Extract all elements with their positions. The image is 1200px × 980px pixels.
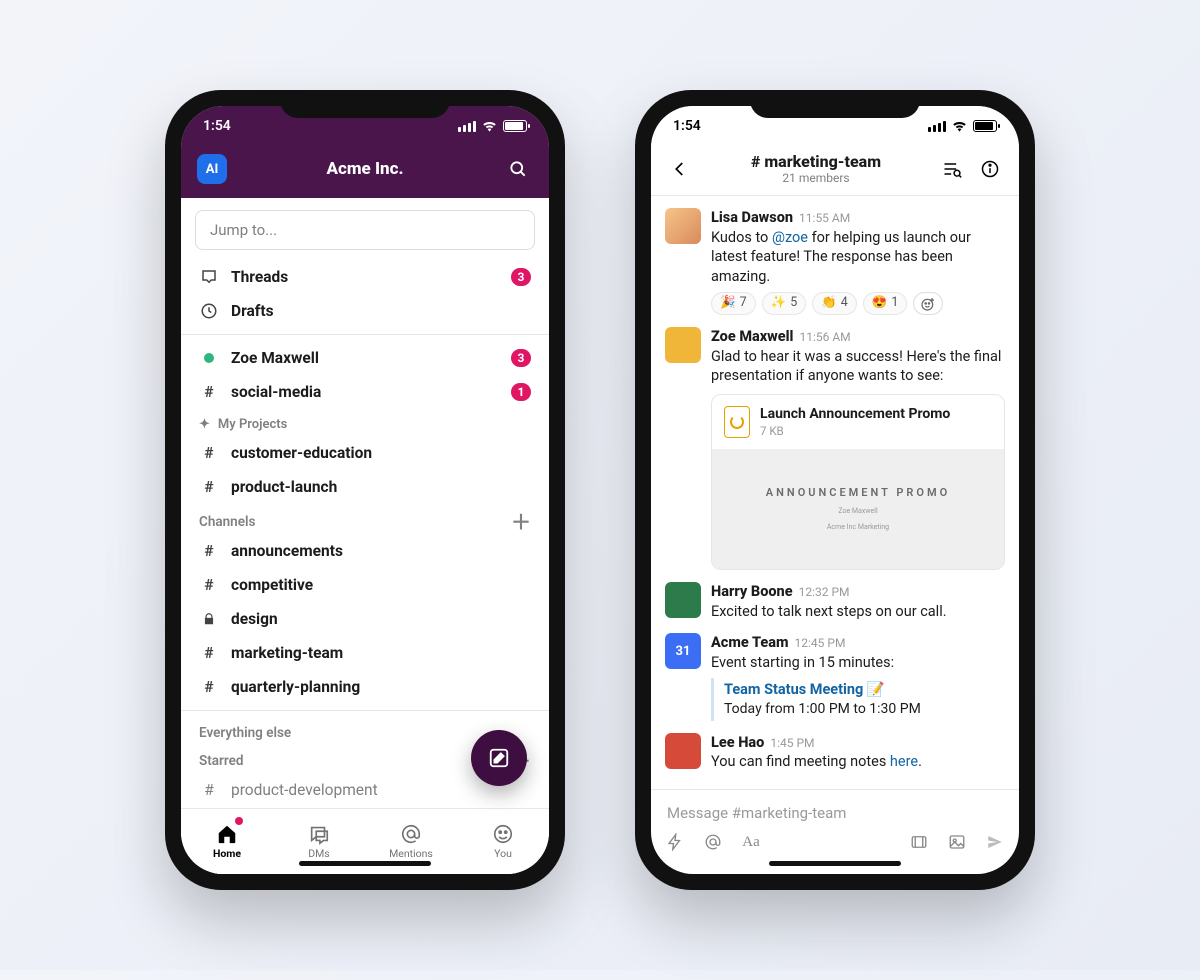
jump-to-input[interactable]: Jump to... [195, 210, 535, 250]
message-text: Kudos to @zoe for helping us launch our … [711, 228, 1005, 287]
signal-icon [458, 121, 476, 132]
threads-row[interactable]: Threads 3 [181, 260, 549, 294]
reactions: 🎉7 ✨5 👏4 😍1 [711, 292, 1005, 315]
hash-icon: # [199, 678, 219, 696]
message-harry[interactable]: Harry Boone 12:32 PM Excited to talk nex… [651, 576, 1019, 627]
calendar-icon: 31 [665, 633, 701, 669]
avatar [665, 208, 701, 244]
dm-zoe[interactable]: Zoe Maxwell 3 [181, 341, 549, 375]
message-zoe[interactable]: Zoe Maxwell 11:56 AM Glad to hear it was… [651, 321, 1019, 576]
presence-icon [199, 353, 219, 363]
channel-design[interactable]: design [181, 602, 549, 636]
lock-icon [199, 612, 219, 626]
channel-customer-education[interactable]: # customer-education [181, 436, 549, 470]
message-acme-team[interactable]: 31 Acme Team 12:45 PM Event starting in … [651, 627, 1019, 727]
section-my-projects[interactable]: ✦ My Projects [181, 409, 549, 436]
hash-icon: # [199, 542, 219, 560]
message-text: Glad to hear it was a success! Here's th… [711, 347, 1005, 386]
mention-zoe[interactable]: @zoe [772, 229, 808, 246]
compose-fab[interactable] [471, 730, 527, 786]
battery-icon [503, 120, 527, 132]
message-lisa[interactable]: Lisa Dawson 11:55 AM Kudos to @zoe for h… [651, 202, 1019, 321]
back-icon[interactable] [665, 154, 695, 184]
hash-icon: # [199, 644, 219, 662]
battery-icon [973, 120, 997, 132]
file-icon [724, 406, 750, 438]
home-indicator [769, 861, 901, 866]
folder-icon: ✦ [199, 417, 210, 432]
file-attachment[interactable]: Launch Announcement Promo 7 KB ANNOUNCEM… [711, 394, 1005, 570]
event-link[interactable]: Team Status Meeting [724, 681, 863, 698]
channel-social-media[interactable]: # social-media 1 [181, 375, 549, 409]
wifi-icon [952, 120, 967, 132]
drafts-icon [199, 302, 219, 320]
channel-announcements[interactable]: # announcements [181, 534, 549, 568]
signal-icon [928, 121, 946, 132]
channel-watercooler[interactable]: # watercooler [181, 807, 549, 808]
hash-icon: # [199, 478, 219, 496]
drafts-row[interactable]: Drafts [181, 294, 549, 328]
attachment-icon[interactable] [909, 832, 929, 852]
status-time: 1:54 [673, 118, 701, 134]
threads-icon [199, 268, 219, 286]
you-icon [492, 823, 514, 845]
message-list[interactable]: Lisa Dawson 11:55 AM Kudos to @zoe for h… [651, 196, 1019, 789]
workspace-title[interactable]: Acme Inc. [327, 159, 404, 179]
lightning-icon[interactable] [665, 832, 685, 852]
search-channel-icon[interactable] [937, 154, 967, 184]
section-channels[interactable]: Channels ＋ [181, 504, 549, 534]
avatar [665, 733, 701, 769]
message-text: Event starting in 15 minutes: [711, 653, 1005, 673]
reaction-tada[interactable]: 🎉7 [711, 292, 756, 315]
reaction-add-icon[interactable] [913, 292, 943, 315]
channel-quarterly-planning[interactable]: # quarterly-planning [181, 670, 549, 704]
composer-input[interactable]: Message #marketing-team [665, 798, 1005, 832]
hash-icon: # [199, 576, 219, 594]
channel-header: # marketing-team 21 members [651, 146, 1019, 196]
device-notch [280, 90, 450, 118]
channel-competitive[interactable]: # competitive [181, 568, 549, 602]
message-text: Excited to talk next steps on our call. [711, 602, 1005, 622]
reaction-clap[interactable]: 👏4 [812, 292, 857, 315]
channel-product-launch[interactable]: # product-launch [181, 470, 549, 504]
wifi-icon [482, 120, 497, 132]
notes-link[interactable]: here [890, 753, 918, 770]
notification-dot [235, 817, 243, 825]
tab-you[interactable]: You [457, 809, 549, 874]
search-icon[interactable] [503, 154, 533, 184]
reaction-sparkles[interactable]: ✨5 [762, 292, 807, 315]
device-notch [750, 90, 920, 118]
send-icon[interactable] [985, 832, 1005, 852]
mentions-icon [400, 823, 422, 845]
mention-icon[interactable] [703, 832, 723, 852]
reaction-hearteyes[interactable]: 😍1 [863, 292, 908, 315]
dms-icon [308, 823, 330, 845]
home-indicator [299, 861, 431, 866]
status-time: 1:54 [203, 118, 231, 134]
workspace-avatar[interactable]: AI [197, 154, 227, 184]
home-icon [216, 823, 238, 845]
info-icon[interactable] [975, 154, 1005, 184]
channel-title[interactable]: # marketing-team 21 members [703, 152, 929, 185]
avatar [665, 582, 701, 618]
phone-home: 1:54 AI Acme Inc. Jump to... [165, 90, 565, 890]
tab-home[interactable]: Home [181, 809, 273, 874]
format-icon[interactable]: Aa [741, 832, 761, 852]
hash-icon: # [199, 444, 219, 462]
file-preview: ANNOUNCEMENT PROMO Zoe Maxwell Acme Inc … [712, 449, 1004, 569]
avatar [665, 327, 701, 363]
threads-badge: 3 [511, 268, 531, 286]
image-icon[interactable] [947, 832, 967, 852]
message-text: You can find meeting notes here. [711, 752, 1005, 772]
hash-icon: # [199, 383, 219, 401]
message-lee[interactable]: Lee Hao 1:45 PM You can find meeting not… [651, 727, 1019, 778]
channel-marketing-team[interactable]: # marketing-team [181, 636, 549, 670]
add-channel-icon[interactable]: ＋ [511, 512, 531, 532]
phone-channel: 1:54 # marketing-team 21 members [635, 90, 1035, 890]
event-attachment[interactable]: Team Status Meeting 📝 Today from 1:00 PM… [711, 678, 1005, 720]
home-header: AI Acme Inc. [181, 146, 549, 198]
hash-icon: # [199, 781, 219, 799]
